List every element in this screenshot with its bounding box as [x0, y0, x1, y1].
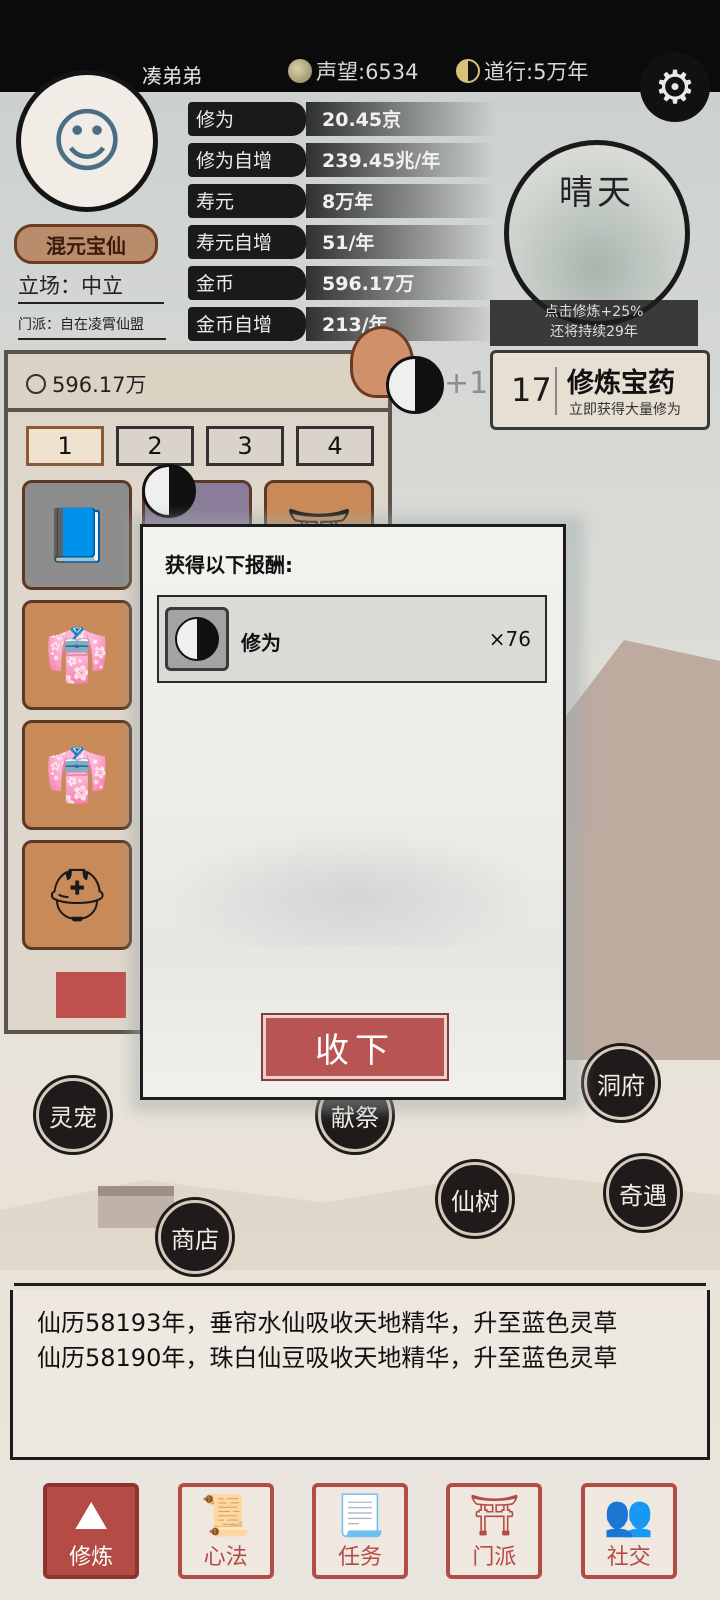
stats-panel: 修为 20.45京 修为自增 239.45兆/年 寿元 8万年 寿元自增 51/… — [188, 98, 496, 344]
cultivation-medicine-card[interactable]: 17 修炼宝药 立即获得大量修为 — [490, 350, 710, 430]
dao-practice-value: 道行:5万年 — [484, 60, 589, 84]
mist-decoration — [163, 827, 543, 947]
reward-row: 修为 ×76 — [157, 595, 547, 683]
stat-value: 8万年 — [306, 183, 496, 218]
stat-label: 寿元 — [188, 183, 306, 218]
taiji-icon — [456, 59, 480, 83]
medicine-count: 17 — [511, 371, 552, 409]
helmet-icon: ⛑ — [43, 865, 110, 926]
stat-label: 修为自增 — [188, 142, 306, 177]
event-log: 仙历58193年，垂帘水仙吸收天地精华，升至蓝色灵草 仙历58190年，珠白仙豆… — [10, 1290, 710, 1460]
nav-label: 修炼 — [69, 1545, 114, 1570]
nav-label: 心法 — [203, 1545, 248, 1570]
book-icon: 📘 — [44, 505, 110, 566]
stat-label: 金币 — [188, 265, 306, 300]
mountain-decoration — [560, 640, 720, 1060]
divider — [555, 367, 557, 415]
inventory-money-value: 596.17万 — [52, 373, 147, 397]
cultivation-icon: ⛰ — [74, 1493, 108, 1539]
robe-icon: 👘 — [44, 745, 110, 806]
inventory-slot-robe[interactable]: 👘 — [22, 720, 132, 830]
reward-icon-frame — [165, 607, 229, 671]
nav-label: 任务 — [337, 1545, 382, 1570]
scroll-icon: 📜 — [200, 1493, 251, 1539]
weather-tip-line1: 点击修炼+25% — [544, 304, 644, 320]
coin-icon — [26, 374, 46, 394]
stance-label: 立场：中立 — [18, 270, 164, 304]
nav-label: 社交 — [606, 1545, 651, 1570]
taiji-icon — [175, 617, 219, 661]
nav-label: 门派 — [472, 1545, 517, 1570]
inventory-tabs: 1 2 3 4 — [26, 426, 374, 466]
sect-label: 门派：自在凌霄仙盟 — [18, 314, 166, 340]
weather-label: 晴天 — [559, 173, 635, 213]
floating-gain-text: +1 — [444, 366, 489, 401]
inventory-tab-4[interactable]: 4 — [296, 426, 374, 466]
dao-practice-stat: 道行:5万年 — [456, 56, 588, 86]
social-icon: 👥 — [603, 1493, 654, 1539]
cave-button[interactable]: 洞府 — [581, 1043, 661, 1123]
inventory-tab-3[interactable]: 3 — [206, 426, 284, 466]
reward-name: 修为 — [241, 631, 281, 655]
stat-label: 金币自增 — [188, 306, 306, 341]
stat-value: 239.45兆/年 — [306, 142, 496, 177]
stat-label: 修为 — [188, 101, 306, 136]
reputation-coin-icon — [288, 59, 312, 83]
nav-sect[interactable]: ⛩ 门派 — [446, 1483, 543, 1579]
robe-icon: 👘 — [44, 625, 110, 686]
weather-tip: 点击修炼+25% 还将持续29年 — [490, 300, 698, 346]
shop-button[interactable]: 商店 — [155, 1197, 235, 1277]
taiji-icon — [386, 356, 444, 414]
nav-mind-method[interactable]: 📜 心法 — [177, 1483, 274, 1579]
stat-value: 596.17万 — [306, 265, 496, 300]
inventory-slot-robe[interactable]: 👘 — [22, 600, 132, 710]
player-avatar[interactable]: ☺ — [16, 70, 158, 212]
inventory-header: 596.17万 — [8, 354, 388, 412]
stat-row-lifespan-rate: 寿元自增 51/年 — [188, 221, 496, 262]
gear-icon[interactable]: ⚙ — [640, 52, 710, 122]
ground-line — [14, 1262, 706, 1286]
stat-row-cultivation: 修为 20.45京 — [188, 98, 496, 139]
stat-row-lifespan: 寿元 8万年 — [188, 180, 496, 221]
inventory-tab-1[interactable]: 1 — [26, 426, 104, 466]
stat-value: 20.45京 — [306, 101, 496, 136]
weather-tip-line2: 还将持续29年 — [550, 324, 638, 340]
bottom-nav: ⛰ 修炼 📜 心法 📃 任务 ⛩ 门派 👥 社交 — [0, 1462, 720, 1600]
reward-modal: 获得以下报酬: 修为 ×76 收下 — [140, 524, 566, 1100]
nav-cultivation[interactable]: ⛰ 修炼 — [43, 1483, 140, 1579]
nav-social[interactable]: 👥 社交 — [580, 1483, 677, 1579]
log-entry: 仙历58190年，珠白仙豆吸收天地精华，升至蓝色灵草 — [37, 1344, 618, 1372]
medicine-title: 修炼宝药 — [567, 368, 675, 399]
stat-row-gold: 金币 596.17万 — [188, 262, 496, 303]
stat-row-gold-rate: 金币自增 213/年 — [188, 303, 496, 344]
stat-value: 51/年 — [306, 224, 496, 259]
medicine-subtitle: 立即获得大量修为 — [569, 402, 681, 418]
player-name: 凑弟弟 — [142, 64, 202, 88]
encounter-button[interactable]: 奇遇 — [603, 1153, 683, 1233]
inventory-slot-helmet[interactable]: ⛑ — [22, 840, 132, 950]
weather-circle[interactable]: 晴天 — [504, 140, 690, 326]
rank-badge: 混元宝仙 — [14, 224, 158, 264]
stat-label: 寿元自增 — [188, 224, 306, 259]
log-entry: 仙历58193年，垂帘水仙吸收天地精华，升至蓝色灵草 — [37, 1309, 618, 1337]
pet-button[interactable]: 灵宠 — [33, 1075, 113, 1155]
sect-gate-icon: ⛩ — [468, 1493, 520, 1539]
inventory-red-bar — [56, 972, 126, 1018]
nav-quests[interactable]: 📃 任务 — [311, 1483, 408, 1579]
inventory-slot-book[interactable]: 📘 — [22, 480, 132, 590]
quest-scroll-icon: 📃 — [335, 1493, 385, 1539]
reputation-stat: 声望:6534 — [288, 56, 419, 86]
accept-button[interactable]: 收下 — [261, 1013, 449, 1081]
stat-row-cultivation-rate: 修为自增 239.45兆/年 — [188, 139, 496, 180]
immortal-tree-button[interactable]: 仙树 — [435, 1159, 515, 1239]
modal-title: 获得以下报酬: — [165, 553, 293, 577]
taiji-icon — [142, 464, 196, 518]
reputation-value: 声望:6534 — [316, 60, 419, 84]
reward-quantity: ×76 — [488, 627, 531, 651]
inventory-tab-2[interactable]: 2 — [116, 426, 194, 466]
inventory-money: 596.17万 — [26, 369, 146, 399]
